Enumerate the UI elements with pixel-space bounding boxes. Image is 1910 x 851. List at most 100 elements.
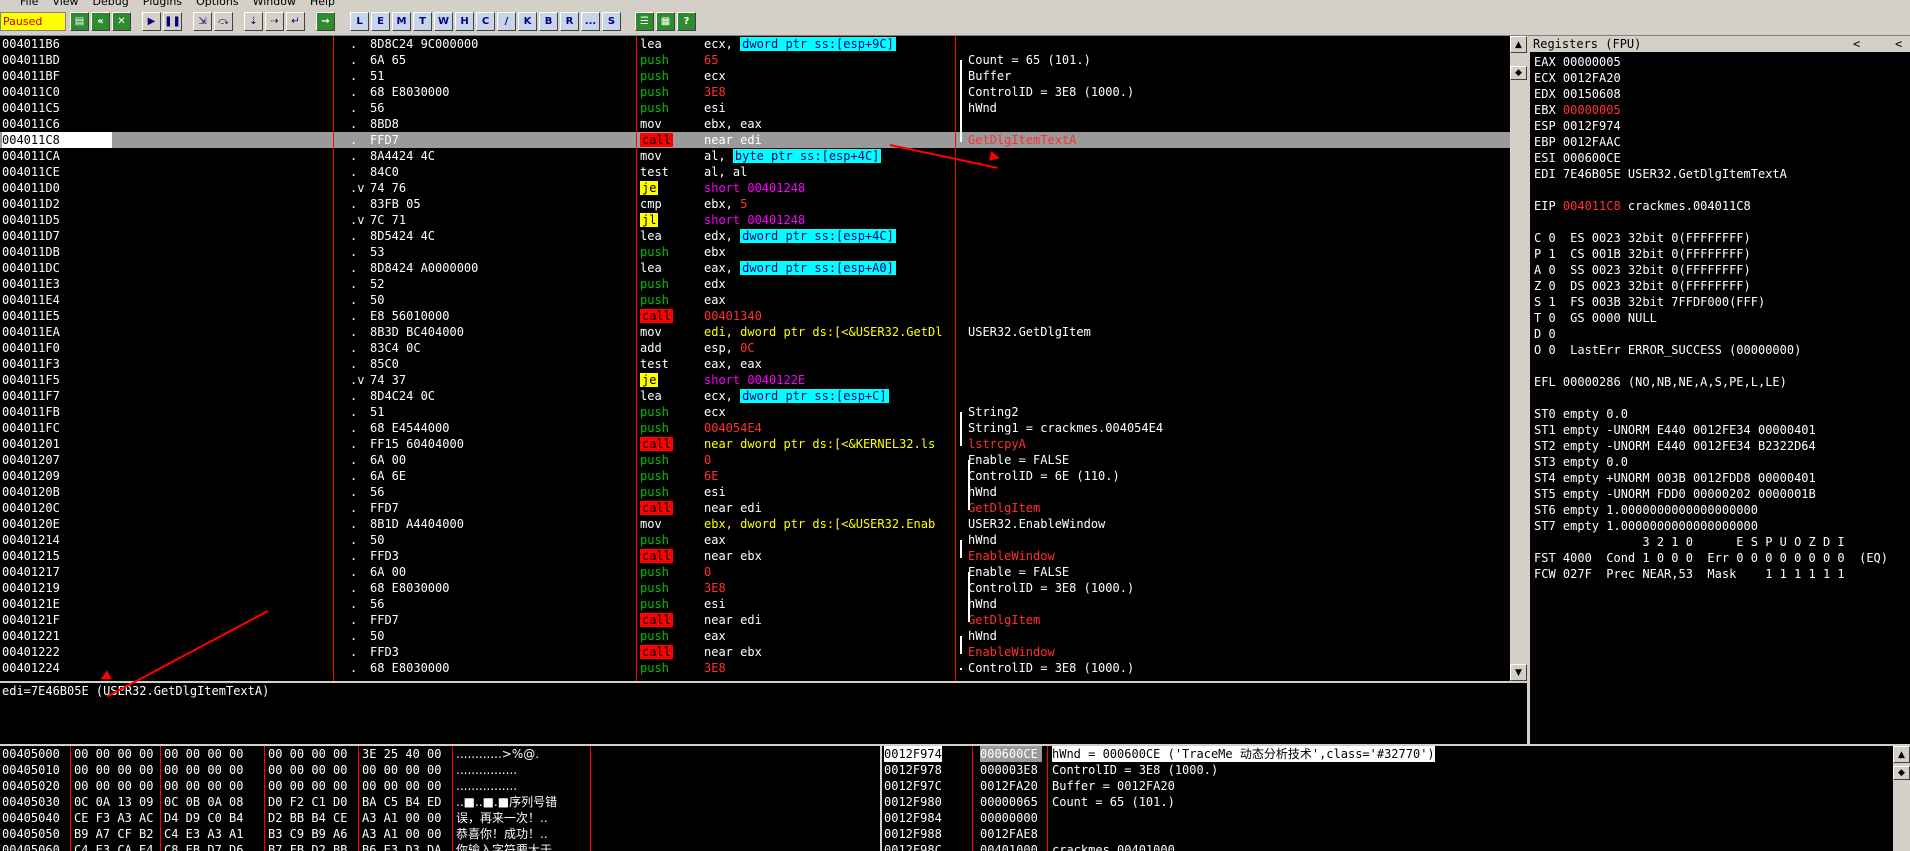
trace-over-icon[interactable]: ⇢ — [265, 12, 284, 31]
window-button-12[interactable]: S — [602, 12, 621, 31]
disasm-mnemonic-cell[interactable]: push — [640, 596, 669, 612]
window-button-10[interactable]: R — [560, 12, 579, 31]
disasm-mnemonic-cell[interactable]: test — [640, 356, 669, 372]
register-line[interactable]: ST3 empty 0.0 — [1534, 454, 1628, 470]
disasm-address[interactable]: 00401221 — [2, 628, 60, 644]
register-line[interactable]: ST4 empty +UNORM 003B 0012FDD8 00000401 — [1534, 470, 1816, 486]
disasm-address[interactable]: 0040121F — [2, 612, 60, 628]
disasm-address[interactable]: 004011E5 — [2, 308, 60, 324]
dump-ascii[interactable]: 恭喜你！成功！.. — [456, 826, 548, 842]
dump-bytes[interactable]: CE F3 A3 AC — [74, 810, 153, 826]
disasm-mnemonic-cell[interactable]: call — [640, 436, 673, 452]
disasm-mnemonic-cell[interactable]: push — [640, 244, 669, 260]
disasm-mnemonic-cell[interactable]: mov — [640, 516, 662, 532]
registers-header[interactable]: Registers (FPU) < < — [1530, 36, 1910, 52]
window-button-9[interactable]: B — [539, 12, 558, 31]
stack-address[interactable]: 0012F978 — [884, 762, 942, 778]
disasm-mnemonic-cell[interactable]: je — [640, 372, 659, 388]
disasm-mnemonic-cell[interactable]: push — [640, 404, 669, 420]
stack-address[interactable]: 0012F980 — [884, 794, 942, 810]
dump-bytes[interactable]: 00 00 00 00 — [268, 762, 347, 778]
dump-bytes[interactable]: 00 00 00 00 — [268, 778, 347, 794]
dump-bytes[interactable]: 00 00 00 00 — [74, 778, 153, 794]
window-button-4[interactable]: W — [434, 12, 453, 31]
window-button-7[interactable]: / — [497, 12, 516, 31]
dump-bytes[interactable]: D0 F2 C1 D0 — [268, 794, 347, 810]
disassembly-scrollbar[interactable]: ▲ ◆ ▼ — [1510, 36, 1527, 681]
dump-bytes[interactable]: 0C 0A 13 09 — [74, 794, 153, 810]
menu-window[interactable]: Window — [253, 0, 296, 8]
disasm-mnemonic-cell[interactable]: push — [640, 468, 669, 484]
disasm-address[interactable]: 004011CE — [2, 164, 60, 180]
close-icon[interactable]: ✕ — [112, 12, 131, 31]
register-line[interactable]: Z 0 DS 0023 32bit 0(FFFFFFFF) — [1534, 278, 1751, 294]
menu-view[interactable]: View — [52, 0, 78, 8]
list-icon[interactable]: ☰ — [635, 12, 654, 31]
disasm-address[interactable]: 004011D5 — [2, 212, 60, 228]
disasm-mnemonic-cell[interactable]: push — [640, 292, 669, 308]
pause-icon[interactable]: ❚❚ — [163, 12, 182, 31]
dump-address[interactable]: 00405050 — [2, 826, 60, 842]
window-button-5[interactable]: H — [455, 12, 474, 31]
stack-value[interactable]: 000600CE — [980, 746, 1042, 762]
disasm-address[interactable]: 004011B6 — [2, 36, 60, 52]
disasm-mnemonic-cell[interactable]: push — [640, 452, 669, 468]
dump-address[interactable]: 00405030 — [2, 794, 60, 810]
menu-options[interactable]: Options — [196, 0, 238, 8]
dump-bytes[interactable]: B3 C9 B9 A6 — [268, 826, 347, 842]
dump-bytes[interactable]: B7 FB D2 BB — [268, 842, 347, 851]
dump-bytes[interactable]: 00 00 00 00 — [164, 778, 243, 794]
register-line[interactable]: S 1 FS 003B 32bit 7FFDF000(FFF) — [1534, 294, 1765, 310]
disasm-mnemonic-cell[interactable]: push — [640, 84, 669, 100]
disasm-mnemonic-cell[interactable]: call — [640, 548, 673, 564]
register-line[interactable]: 3 2 1 0 E S P U O Z D I — [1534, 534, 1844, 550]
registers-nav-prev[interactable]: < — [1853, 36, 1860, 52]
stack-value[interactable]: 000003E8 — [980, 762, 1038, 778]
dump-bytes[interactable]: 0C 0B 0A 08 — [164, 794, 243, 810]
execute-till-return-icon[interactable]: ↵ — [286, 12, 305, 31]
stack-address[interactable]: 0012F98C — [884, 842, 942, 851]
stack-address[interactable]: 0012F974 — [884, 746, 942, 762]
dump-ascii[interactable]: 你输入字符要大于 — [456, 842, 552, 851]
disasm-mnemonic-cell[interactable]: push — [640, 580, 669, 596]
disasm-mnemonic-cell[interactable]: jl — [640, 212, 659, 228]
disasm-mnemonic-cell[interactable]: push — [640, 660, 669, 676]
stack-pane[interactable]: 0012F974 000600CE hWnd = 000600CE ('TraceM… — [882, 746, 1910, 851]
disasm-mnemonic-cell[interactable]: lea — [640, 228, 662, 244]
register-line[interactable]: ST5 empty -UNORM FDD0 00000202 0000001B — [1534, 486, 1816, 502]
disasm-mnemonic-cell[interactable]: lea — [640, 388, 662, 404]
dump-bytes[interactable]: D2 BB B4 CE — [268, 810, 347, 826]
dump-bytes[interactable]: 00 00 00 00 — [362, 778, 441, 794]
disasm-mnemonic-cell[interactable]: push — [640, 52, 669, 68]
disasm-mnemonic-cell[interactable]: push — [640, 276, 669, 292]
register-line[interactable]: EDX 00150608 — [1534, 86, 1621, 102]
disasm-address[interactable]: 004011BF — [2, 68, 60, 84]
register-line[interactable]: ECX 0012FA20 — [1534, 70, 1621, 86]
disasm-address[interactable]: 00401209 — [2, 468, 60, 484]
dump-bytes[interactable]: 00 00 00 00 — [74, 762, 153, 778]
register-line[interactable]: FCW 027F Prec NEAR,53 Mask 1 1 1 1 1 1 — [1534, 566, 1845, 582]
disasm-address[interactable]: 00401207 — [2, 452, 60, 468]
disasm-mnemonic-cell[interactable]: push — [640, 628, 669, 644]
disasm-address[interactable]: 00401214 — [2, 532, 60, 548]
goto-icon[interactable]: → — [316, 12, 335, 31]
dump-address[interactable]: 00405000 — [2, 746, 60, 762]
disasm-address[interactable]: 004011C0 — [2, 84, 60, 100]
register-line[interactable]: T 0 GS 0000 NULL — [1534, 310, 1657, 326]
window-button-8[interactable]: K — [518, 12, 537, 31]
stack-value[interactable]: 00000065 — [980, 794, 1038, 810]
stack-scrollbar[interactable]: ▲ ◆ — [1893, 746, 1910, 851]
register-line[interactable]: ESI 000600CE — [1534, 150, 1621, 166]
register-line[interactable]: ST0 empty 0.0 — [1534, 406, 1628, 422]
disasm-address[interactable]: 00401219 — [2, 580, 60, 596]
disasm-address[interactable]: 004011F3 — [2, 356, 60, 372]
disasm-mnemonic-cell[interactable]: mov — [640, 324, 662, 340]
window-button-3[interactable]: T — [413, 12, 432, 31]
register-line[interactable]: EBX 00000005 — [1534, 102, 1621, 118]
disasm-mnemonic-cell[interactable]: add — [640, 340, 662, 356]
dump-bytes[interactable]: 00 00 00 00 — [164, 746, 243, 762]
register-line[interactable]: C 0 ES 0023 32bit 0(FFFFFFFF) — [1534, 230, 1751, 246]
disasm-address[interactable]: 004011F0 — [2, 340, 60, 356]
window-button-6[interactable]: C — [476, 12, 495, 31]
dump-address[interactable]: 00405060 — [2, 842, 60, 851]
